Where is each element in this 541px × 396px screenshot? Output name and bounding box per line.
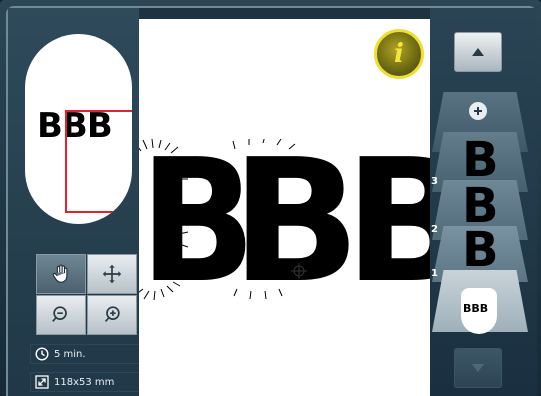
preview-viewport-frame[interactable] (65, 110, 132, 213)
scroll-up-button[interactable] (454, 32, 502, 72)
left-panel: BBB 5 min. 118x53 mm (8, 8, 142, 396)
add-layer-plus-icon (469, 102, 487, 120)
design-preview[interactable]: BBB (25, 34, 132, 224)
info-button[interactable]: i (374, 29, 424, 79)
thumbnail-text: BBB (463, 302, 489, 315)
crosshair-cursor-icon (291, 263, 307, 279)
design-size-row: 118x53 mm (30, 372, 142, 392)
canvas-letter-2[interactable]: B (231, 137, 361, 307)
move-tool-button[interactable] (87, 254, 137, 294)
zoom-in-icon (104, 306, 120, 322)
design-size-value: 118x53 mm (54, 376, 115, 388)
hand-tool-button[interactable] (36, 254, 86, 294)
zoom-out-icon (52, 306, 67, 322)
layers-panel: B 3 B 2 B 1 BBB (430, 8, 537, 396)
triangle-down-icon (472, 364, 484, 372)
info-icon: i (394, 39, 404, 69)
stitch-time-value: 5 min. (54, 348, 86, 360)
window-frame: BBB 5 min. 118x53 mm B B B i B 3 B 2 B 1… (0, 0, 541, 396)
canvas-letter-3[interactable]: B (344, 137, 430, 307)
combined-design-thumbnail: BBB (461, 288, 497, 334)
resize-icon (35, 375, 49, 389)
triangle-up-icon (472, 48, 484, 56)
view-tools (36, 254, 137, 335)
stitch-time-row: 5 min. (30, 344, 142, 364)
scroll-down-button[interactable] (454, 348, 502, 388)
layer-1-letter: B (462, 222, 499, 278)
embroidery-canvas[interactable]: B B B i (139, 19, 430, 396)
layer-3-letter: B (462, 132, 499, 188)
zoom-in-button[interactable] (87, 295, 137, 335)
move-arrows-icon (102, 264, 122, 284)
hand-icon (52, 264, 68, 283)
clock-icon (35, 347, 49, 361)
zoom-out-button[interactable] (36, 295, 86, 335)
